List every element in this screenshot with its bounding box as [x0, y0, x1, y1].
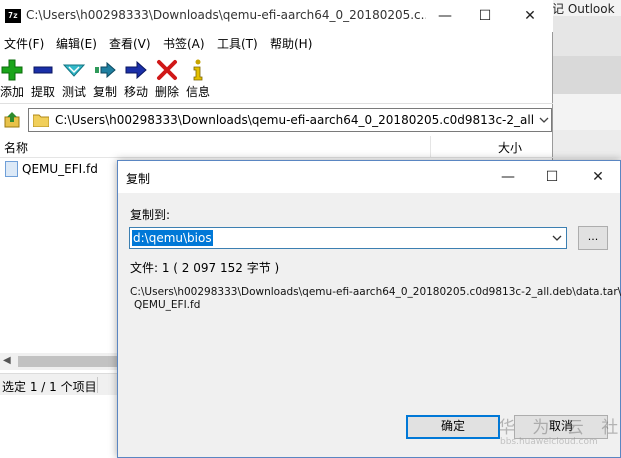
dialog-title: 复制 — [126, 172, 151, 186]
watermark: 华 为 云 社 区 bbs.huaweicloud.com — [498, 413, 621, 453]
info-icon — [193, 59, 203, 81]
dialog-close-button[interactable]: ✕ — [576, 161, 620, 193]
address-field[interactable]: C:\Users\h00298333\Downloads\qemu-efi-aa… — [28, 108, 552, 132]
copy-to-label: 复制到: — [130, 208, 171, 222]
column-divider[interactable] — [430, 136, 431, 158]
info-button[interactable]: 信息 — [182, 54, 214, 104]
browse-button[interactable]: ... — [578, 226, 608, 250]
chevron-down-icon[interactable] — [550, 230, 564, 246]
background-window-title: 记 Outlook — [552, 2, 615, 16]
source-path: C:\Users\h00298333\Downloads\qemu-efi-aa… — [130, 286, 621, 298]
move-icon — [125, 60, 147, 80]
column-size[interactable]: 大小 — [498, 139, 522, 156]
copy-icon — [95, 61, 116, 79]
extract-icon — [33, 66, 53, 74]
destination-combo[interactable]: d:\qemu\bios — [129, 227, 567, 249]
background-window-band-2 — [552, 130, 621, 158]
column-header: 名称 大小 — [0, 136, 553, 158]
seven-zip-app-icon: 7z — [5, 9, 21, 23]
file-icon — [5, 161, 18, 177]
menu-help[interactable]: 帮助(H) — [270, 35, 312, 52]
main-titlebar[interactable]: 7z C:\Users\h00298333\Downloads\qemu-efi… — [0, 0, 553, 32]
toolbar: 添加 提取 测试 复制 移动 删除 信息 — [0, 54, 553, 104]
column-name[interactable]: 名称 — [4, 139, 28, 156]
test-icon — [62, 64, 86, 77]
menu-file[interactable]: 文件(F) — [4, 35, 44, 52]
menu-bookmarks[interactable]: 书签(A) — [163, 35, 205, 52]
background-window-band — [552, 56, 621, 94]
dialog-titlebar[interactable]: 复制 — ☐ ✕ — [118, 161, 620, 193]
main-window-title: C:\Users\h00298333\Downloads\qemu-efi-aa… — [26, 8, 426, 22]
ok-button[interactable]: 确定 — [406, 415, 500, 439]
folder-icon — [33, 114, 49, 127]
menu-tools[interactable]: 工具(T) — [217, 35, 258, 52]
scroll-left-icon[interactable]: ◀ — [3, 355, 11, 366]
files-info: 文件: 1 ( 2 097 152 字节 ) — [130, 261, 280, 275]
file-name: QEMU_EFI.fd — [22, 162, 98, 176]
up-folder-icon[interactable] — [3, 111, 21, 129]
dialog-minimize-button[interactable]: — — [486, 161, 530, 193]
watermark-text: 华 为 云 社 区 — [498, 418, 621, 438]
status-divider — [97, 377, 98, 393]
address-text: C:\Users\h00298333\Downloads\qemu-efi-aa… — [55, 113, 535, 127]
menu-view[interactable]: 查看(V) — [109, 35, 151, 52]
menu-bar: 文件(F) 编辑(E) 查看(V) 书签(A) 工具(T) 帮助(H) — [0, 32, 553, 54]
info-label: 信息 — [185, 85, 210, 99]
status-text: 选定 1 / 1 个项目 — [2, 380, 97, 394]
destination-input[interactable]: d:\qemu\bios — [132, 230, 213, 246]
delete-icon — [157, 60, 177, 80]
scroll-thumb[interactable] — [18, 356, 118, 367]
dialog-maximize-button[interactable]: ☐ — [530, 161, 574, 193]
maximize-button[interactable]: ☐ — [465, 0, 505, 32]
chevron-down-icon[interactable] — [537, 112, 551, 128]
address-bar: C:\Users\h00298333\Downloads\qemu-efi-aa… — [0, 106, 553, 134]
menu-edit[interactable]: 编辑(E) — [56, 35, 97, 52]
add-icon — [1, 59, 23, 81]
source-file: QEMU_EFI.fd — [134, 299, 201, 311]
watermark-url: bbs.huaweicloud.com — [500, 437, 598, 447]
minimize-button[interactable]: — — [425, 0, 465, 32]
close-button[interactable]: ✕ — [510, 0, 550, 32]
background-window-ribbon — [552, 16, 621, 56]
